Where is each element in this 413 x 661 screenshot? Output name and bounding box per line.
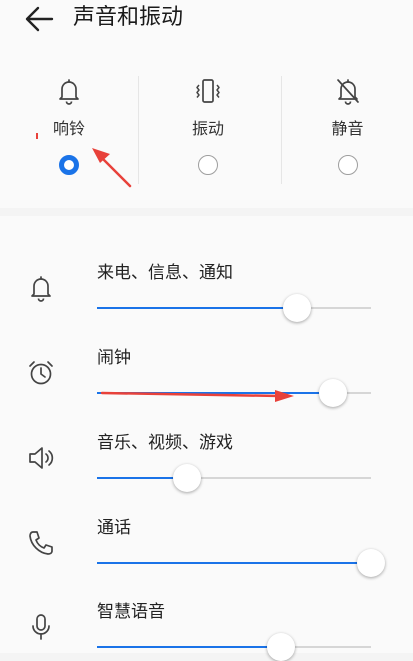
slider-thumb[interactable] [318,379,347,407]
volume-label: 智慧语音 [97,602,165,622]
volume-row-notification: 来电、信息、通知 [0,234,413,322]
volume-label: 通话 [97,518,131,538]
alarm-clock-icon [29,361,53,385]
sound-mode-selector: 响铃 振动 静音 [0,44,413,208]
volume-slider[interactable] [97,633,371,661]
volume-row-voice: 智慧语音 [0,573,413,661]
back-button[interactable] [22,4,56,34]
mode-radio-ring[interactable] [59,155,79,175]
bell-off-icon [336,79,359,105]
volume-row-alarm: 闹钟 [0,319,413,407]
volume-slider[interactable] [97,379,371,407]
mode-label: 振动 [191,119,224,138]
slider-thumb[interactable] [283,294,312,322]
volume-slider[interactable] [97,464,371,492]
mode-vibrate[interactable]: 振动 [139,44,277,208]
bell-icon [31,276,51,302]
volume-row-media: 音乐、视频、游戏 [0,404,413,492]
vibrate-icon [196,79,220,103]
slider-fill [97,392,333,394]
mode-ring[interactable]: 响铃 [0,44,138,208]
volume-slider[interactable] [97,549,385,577]
page-title: 声音和振动 [73,5,184,30]
volume-label: 闹钟 [97,348,131,368]
slider-thumb[interactable] [266,633,295,661]
slider-fill [97,562,371,564]
mode-label: 响铃 [52,119,85,138]
volume-label: 音乐、视频、游戏 [97,433,233,453]
mode-radio-silent[interactable] [337,155,358,175]
volume-row-call: 通话 [0,489,413,577]
top-bar: 声音和振动 [0,0,413,44]
slider-thumb[interactable] [173,464,202,492]
mode-silent[interactable]: 静音 [282,44,413,208]
bell-icon [59,79,79,105]
volume-slider[interactable] [97,294,371,322]
speaker-icon [29,447,54,469]
slider-fill [97,307,298,309]
back-arrow-icon [25,6,54,32]
volume-list: 来电、信息、通知 闹钟 音乐、视频、游戏 通话 智慧语音 [0,216,413,661]
phone-icon [29,531,53,555]
volume-label: 来电、信息、通知 [97,263,233,283]
mode-label: 静音 [331,119,364,138]
slider-fill [97,646,281,648]
mode-radio-vibrate[interactable] [198,155,218,175]
microphone-icon [32,614,50,640]
